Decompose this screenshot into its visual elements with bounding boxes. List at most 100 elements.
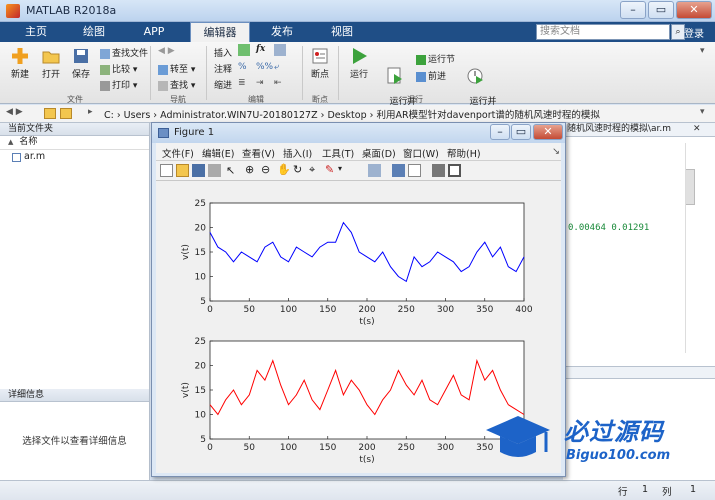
show-plot-tools-icon[interactable] [448,164,461,177]
back-forward-icon[interactable]: ◀ ▶ [158,46,175,56]
figure-maximize-button[interactable]: ▭ [511,124,531,140]
fx-icon[interactable]: fx [256,44,265,54]
close-button[interactable]: ✕ [676,1,712,19]
insert-section-icon[interactable] [238,44,250,56]
menu-file[interactable]: 文件(F) [162,146,194,160]
x-tick-label: 0 [207,305,213,315]
figure-minimize-button[interactable]: – [490,124,510,140]
comment-icon[interactable]: % [238,62,247,72]
current-path[interactable]: C: › Users › Administrator.WIN7U-2018012… [104,107,600,121]
wrap-comment-icon[interactable]: ⤶ [274,62,279,72]
editor-scroll-track[interactable] [685,143,695,353]
run-label: 运行 [349,70,368,80]
run-icon [353,48,367,64]
indent-button[interactable]: 缩进 [214,78,232,91]
tab-publish[interactable]: 发布 [254,22,310,42]
name-column-header: 名称 [19,137,38,147]
search-icon[interactable]: ⌕ [671,24,685,40]
menu-edit[interactable]: 编辑(E) [202,146,234,160]
tab-view[interactable]: 视图 [314,22,370,42]
goto-button[interactable]: 转至 ▾ [158,62,195,75]
y-tick-label: 10 [195,411,207,421]
minimize-button[interactable]: – [620,1,646,19]
save-figure-icon[interactable] [192,164,205,177]
editor-tab-close-icon[interactable]: ✕ [693,124,701,134]
compare-button[interactable]: 比较 ▾ [100,62,137,75]
menu-desktop[interactable]: 桌面(D) [362,146,396,160]
login-link[interactable]: 登录 [684,25,704,40]
maximize-button[interactable]: ▭ [648,1,674,19]
run-section-button[interactable]: 运行节 [416,52,455,65]
hide-plot-tools-icon[interactable] [432,164,445,177]
menu-window[interactable]: 窗口(W) [403,146,439,160]
details-empty-message: 选择文件以查看详细信息 [22,436,127,447]
open-button[interactable]: 打开 [36,46,66,80]
toolstrip-collapse-icon[interactable]: ▾ [700,46,705,56]
brush-icon[interactable]: ✎ [325,163,334,176]
save-button[interactable]: 保存 [66,46,96,80]
increase-indent-icon[interactable]: ⇥ [256,78,264,88]
path-root-icon[interactable]: ▸ [88,107,93,117]
print-figure-icon[interactable] [208,164,221,177]
y-tick-label: 10 [195,273,207,283]
goto-icon [158,64,168,75]
x-tick-label: 400 [515,305,532,315]
run-section-label: 运行节 [428,55,456,65]
uncomment-icon[interactable]: %% [256,62,273,72]
find-button[interactable]: 查找 ▾ [158,78,195,91]
rotate-icon[interactable]: ↻ [293,163,302,176]
nav-arrows-icon[interactable]: ◀ ▶ [6,107,23,117]
edit-plot-icon[interactable]: ↖ [226,164,235,177]
comment-button[interactable]: 注释 [214,62,232,75]
new-figure-icon[interactable] [160,164,173,177]
x-tick-label: 150 [319,443,336,453]
y-tick-label: 5 [200,435,206,445]
zoom-out-icon[interactable]: ⊖ [261,163,270,176]
watermark-text: 必过源码 [564,418,664,446]
new-button[interactable]: 新建 [6,46,34,80]
insert-colorbar-icon[interactable] [392,164,405,177]
menu-help[interactable]: 帮助(H) [447,146,481,160]
insert-menu-icon[interactable] [274,44,286,56]
watermark: 必过源码 Biguo100.com [484,408,704,478]
find-files-button[interactable]: 查找文件 [100,46,148,59]
edit-group-label: 编辑 [248,95,264,104]
zoom-in-icon[interactable]: ⊕ [245,163,254,176]
print-button[interactable]: 打印 ▾ [100,78,137,91]
search-input[interactable]: 搜索文档 [536,24,670,40]
x-tick-label: 200 [358,443,375,453]
figure-title-bar: Figure 1 – ▭ ✕ [152,123,565,143]
list-item[interactable]: ar.m [0,150,149,164]
menu-tools[interactable]: 工具(T) [322,146,354,160]
open-file-icon[interactable] [176,164,189,177]
insert-button[interactable]: 插入 [214,46,232,59]
advance-button[interactable]: 前进 [416,69,446,82]
tab-editor[interactable]: 编辑器 [190,22,250,42]
menu-insert[interactable]: 插入(I) [283,146,312,160]
up-folder-icon[interactable] [44,108,56,119]
link-plot-icon[interactable] [368,164,381,177]
path-dropdown-icon[interactable]: ▾ [700,107,705,117]
data-cursor-icon[interactable]: ⌖ [309,163,315,177]
browse-folder-icon[interactable] [60,108,72,119]
y-tick-label: 20 [195,224,207,234]
tab-apps[interactable]: APP [126,22,182,42]
tab-plots[interactable]: 绘图 [66,22,122,42]
run-time-icon [467,68,483,84]
file-group-label: 文件 [67,95,83,104]
breakpoints-button[interactable]: 断点 [306,46,334,80]
figure-close-button[interactable]: ✕ [533,124,563,140]
smart-indent-icon[interactable]: ≣ [238,78,246,88]
decrease-indent-icon[interactable]: ⇤ [274,78,282,88]
pan-icon[interactable]: ✋ [277,163,291,176]
brush-dropdown-icon[interactable]: ▾ [338,164,342,173]
column-header[interactable]: ▲ 名称 [0,136,149,150]
breakpoints-icon [312,48,328,64]
window-title: MATLAB R2018a [26,4,117,17]
insert-legend-icon[interactable] [408,164,421,177]
run-button[interactable]: 运行 [344,46,374,80]
tab-home[interactable]: 主页 [8,22,64,42]
menu-view[interactable]: 查看(V) [242,146,275,160]
col-value: 1 [690,484,697,495]
menubar-arrow-icon[interactable]: ↘ [552,146,560,157]
